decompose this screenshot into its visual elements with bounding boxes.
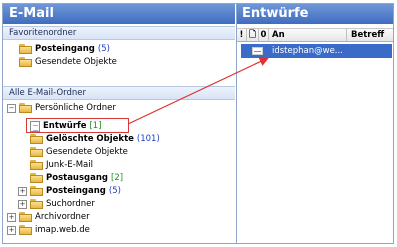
- tree-item-personal-folders[interactable]: − Persönliche Ordner: [7, 102, 116, 114]
- expand-icon[interactable]: +: [7, 225, 16, 235]
- folder-label: Persönliche Ordner: [35, 103, 116, 113]
- expand-icon[interactable]: +: [18, 186, 27, 196]
- selected-folder-highlight: [26, 118, 129, 133]
- message-row[interactable]: idstephan@we...: [241, 44, 392, 58]
- sent-items-icon: [30, 147, 43, 157]
- folder-label: imap.web.de: [35, 225, 90, 235]
- tree-item-sent-items[interactable]: Gesendete Objekte: [30, 146, 128, 158]
- tree-item-junk-email[interactable]: Junk-E-Mail: [30, 159, 93, 171]
- to-column-header[interactable]: An: [269, 29, 347, 41]
- tree-item-inbox[interactable]: + Posteingang (5): [18, 185, 121, 197]
- tree-item-outbox[interactable]: Postausgang [2]: [30, 172, 123, 184]
- unread-count: (5): [108, 186, 121, 196]
- deleted-items-icon: [30, 134, 43, 144]
- navigation-pane-title: E-Mail: [3, 4, 235, 24]
- folder-label: Gelöschte Objekte: [46, 134, 134, 144]
- collapse-icon[interactable]: −: [7, 103, 16, 113]
- folder-icon: [19, 44, 32, 54]
- message-recipient: idstephan@we...: [272, 46, 343, 56]
- junk-email-icon: [30, 160, 43, 170]
- folder-label: Gesendete Objekte: [46, 147, 128, 157]
- favorites-section-header[interactable]: Favoritenordner: [3, 26, 235, 40]
- archive-folder-icon: [19, 212, 32, 222]
- inbox-icon: [30, 186, 43, 196]
- folder-label: Junk-E-Mail: [46, 160, 93, 170]
- all-folders-section-header[interactable]: Alle E-Mail-Ordner: [3, 86, 235, 100]
- navigation-pane: E-Mail Favoritenordner Posteingang (5) G…: [3, 4, 235, 243]
- folder-label: Gesendete Objekte: [35, 57, 117, 67]
- folder-label: Archivordner: [35, 212, 90, 222]
- item-count: [2]: [111, 173, 124, 183]
- personal-folders-icon: [19, 103, 32, 113]
- outbox-icon: [30, 173, 43, 183]
- type-column-header[interactable]: 🗋: [247, 29, 259, 41]
- expand-icon[interactable]: +: [7, 212, 16, 222]
- folder-label: Postausgang: [46, 173, 108, 183]
- tree-item-deleted-items[interactable]: Gelöschte Objekte (101): [30, 133, 160, 145]
- search-folder-icon: [30, 199, 43, 209]
- tree-item-search-folders[interactable]: + Suchordner: [18, 198, 95, 210]
- account-folder-icon: [19, 225, 32, 235]
- importance-column-header[interactable]: !: [237, 29, 247, 41]
- favorite-item-inbox[interactable]: Posteingang (5): [19, 43, 110, 55]
- message-list-title: Entwürfe: [237, 4, 393, 24]
- favorite-item-sent[interactable]: Gesendete Objekte: [19, 56, 117, 68]
- attachment-column-header[interactable]: 0: [259, 29, 269, 41]
- tree-item-imap-account[interactable]: + imap.web.de: [7, 224, 90, 236]
- message-list-pane: Entwürfe ! 🗋 0 An Betreff idstephan@we..…: [236, 4, 393, 243]
- expand-icon[interactable]: +: [18, 199, 27, 209]
- tree-item-archive[interactable]: + Archivordner: [7, 211, 90, 223]
- column-header-bar: ! 🗋 0 An Betreff: [237, 28, 393, 42]
- unread-count: (5): [97, 44, 110, 54]
- draft-envelope-icon: [252, 47, 263, 55]
- subject-column-header[interactable]: Betreff: [348, 29, 393, 41]
- folder-label: Posteingang: [35, 44, 95, 54]
- folder-label: Suchordner: [46, 199, 95, 209]
- outlook-window: E-Mail Favoritenordner Posteingang (5) G…: [2, 3, 394, 244]
- unread-count: (101): [136, 134, 160, 144]
- folder-label: Posteingang: [46, 186, 106, 196]
- folder-icon: [19, 57, 32, 67]
